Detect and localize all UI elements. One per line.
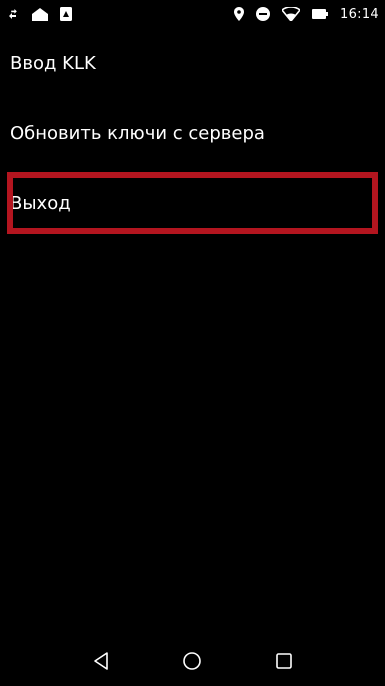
menu-item-label: Ввод KLK [10, 52, 96, 74]
wifi-icon [282, 7, 301, 21]
do-not-disturb-icon [256, 7, 271, 21]
status-right: 16:14 [222, 7, 379, 22]
menu-item-exit[interactable]: Выход [3, 168, 382, 238]
home-icon [32, 7, 48, 21]
menu-item-update-keys[interactable]: Обновить ключи с сервера [0, 98, 385, 168]
menu-item-enter-klk[interactable]: Ввод KLK [0, 28, 385, 98]
battery-icon [312, 9, 329, 19]
back-icon[interactable] [81, 641, 121, 681]
status-left [8, 7, 84, 21]
sd-card-icon [60, 7, 72, 21]
menu-item-label: Выход [10, 192, 71, 214]
screen: 16:14 Ввод KLK Обновить ключи с сервера … [0, 0, 385, 686]
navigation-bar [0, 636, 385, 686]
signal-arrows-icon [8, 9, 20, 19]
menu-list: Ввод KLK Обновить ключи с сервера Выход [0, 28, 385, 238]
recents-icon[interactable] [264, 641, 304, 681]
home-nav-icon[interactable] [172, 641, 212, 681]
location-icon [234, 7, 245, 21]
status-time: 16:14 [340, 6, 379, 22]
menu-item-label: Обновить ключи с сервера [10, 122, 265, 144]
status-bar: 16:14 [0, 0, 385, 28]
